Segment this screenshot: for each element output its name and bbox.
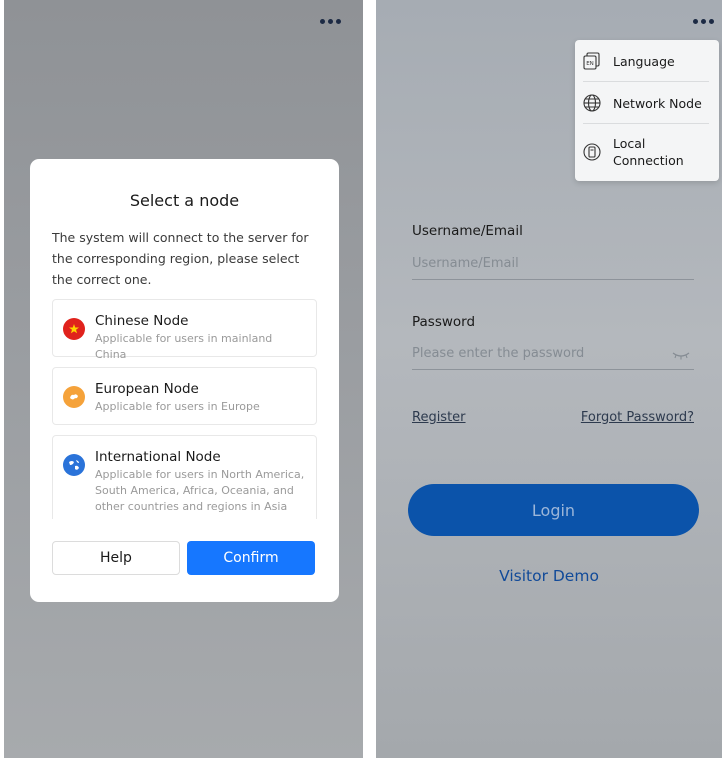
- visitor-demo-link[interactable]: Visitor Demo: [376, 567, 722, 585]
- register-link[interactable]: Register: [412, 410, 466, 425]
- menu-item-network-node[interactable]: Network Node: [581, 92, 711, 114]
- dialog-title: Select a node: [129, 191, 240, 210]
- node-option-chinese[interactable]: Chinese Node Applicable for users in mai…: [52, 299, 317, 361]
- login-screen: Username/Email Username/Email Password P…: [376, 0, 722, 758]
- node-list: Chinese Node Applicable for users in mai…: [52, 299, 317, 519]
- menu-divider: [583, 81, 709, 82]
- menu-item-language[interactable]: EN Language: [581, 50, 711, 72]
- confirm-button[interactable]: Confirm: [187, 541, 315, 575]
- help-button[interactable]: Help: [52, 541, 180, 575]
- password-label: Password: [412, 314, 476, 330]
- options-dropdown-menu: EN Language Network Node Local Connectio…: [575, 40, 719, 181]
- password-input[interactable]: Please enter the password: [412, 344, 694, 370]
- globe-icon: [63, 454, 85, 476]
- node-subtitle: Applicable for users in Europe: [95, 400, 260, 413]
- eye-closed-icon[interactable]: [672, 350, 690, 360]
- node-name: Chinese Node: [95, 313, 189, 329]
- username-input[interactable]: Username/Email: [412, 254, 694, 280]
- node-name: European Node: [95, 381, 199, 397]
- username-label: Username/Email: [412, 223, 523, 239]
- menu-item-local-connection[interactable]: Local Connection: [581, 135, 711, 169]
- node-option-international[interactable]: International Node Applicable for users …: [52, 435, 317, 519]
- local-connection-icon: [581, 141, 603, 163]
- network-globe-icon: [581, 92, 603, 114]
- menu-item-label: Local Connection: [613, 136, 684, 168]
- more-options-icon[interactable]: [688, 12, 718, 30]
- menu-divider: [583, 123, 709, 124]
- password-placeholder: Please enter the password: [412, 346, 585, 361]
- svg-text:EN: EN: [586, 61, 594, 67]
- language-icon: EN: [581, 50, 603, 72]
- node-subtitle: Applicable for users in North America, S…: [95, 468, 305, 513]
- europe-icon: [63, 386, 85, 408]
- menu-item-label: Network Node: [613, 95, 702, 111]
- menu-item-label: Language: [613, 53, 675, 69]
- login-button[interactable]: Login: [408, 484, 699, 536]
- node-name: International Node: [95, 449, 221, 465]
- forgot-password-link[interactable]: Forgot Password?: [581, 410, 694, 425]
- china-flag-icon: [63, 318, 85, 340]
- node-selection-screen: Select a node The system will connect to…: [4, 0, 363, 758]
- node-option-european[interactable]: European Node Applicable for users in Eu…: [52, 367, 317, 425]
- more-options-icon[interactable]: [315, 12, 345, 30]
- dialog-description: The system will connect to the server fo…: [52, 230, 309, 287]
- node-subtitle: Applicable for users in mainland China: [95, 332, 273, 361]
- select-node-dialog: Select a node The system will connect to…: [30, 159, 339, 602]
- username-placeholder: Username/Email: [412, 256, 519, 271]
